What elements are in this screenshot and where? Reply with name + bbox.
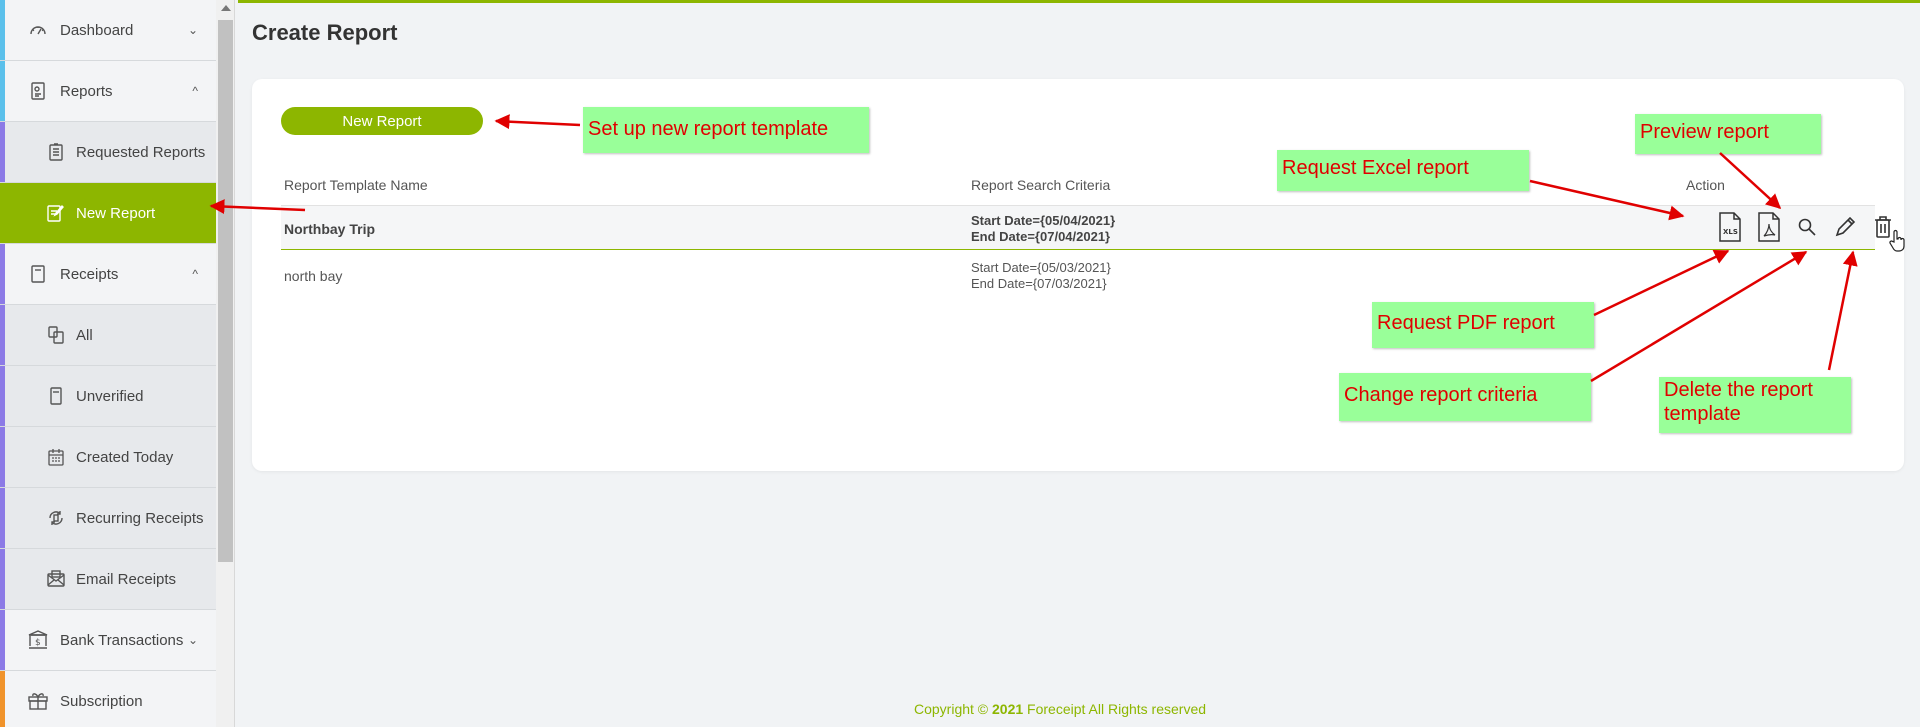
- sidebar-item-all[interactable]: All: [0, 305, 216, 366]
- sidebar-color-bar: [0, 366, 5, 426]
- criteria-end: End Date={07/04/2021}: [971, 229, 1111, 244]
- criteria-start: Start Date={05/04/2021}: [971, 213, 1116, 228]
- copy-icon: [45, 324, 67, 346]
- pencil-icon[interactable]: [1830, 210, 1860, 244]
- report-icon: [27, 80, 49, 102]
- sidebar-item-label: Unverified: [76, 387, 144, 405]
- sidebar-item-dashboard[interactable]: Dashboard ⌄: [0, 0, 216, 61]
- top-accent-line: [238, 0, 1920, 3]
- annotation-criteria: Change report criteria: [1339, 373, 1591, 421]
- sidebar-item-label: Requested Reports: [76, 143, 206, 161]
- page-title: Create Report: [252, 20, 398, 45]
- search-icon[interactable]: [1792, 210, 1822, 244]
- new-report-button[interactable]: New Report: [281, 107, 483, 135]
- receipt-icon: [45, 385, 67, 407]
- column-header-criteria: Report Search Criteria: [971, 177, 1111, 193]
- mail-icon: [45, 568, 67, 590]
- sidebar-color-bar: [0, 244, 5, 304]
- sidebar: Dashboard ⌄ Reports ^ Requested Reports …: [0, 0, 216, 727]
- sidebar-item-requested-reports[interactable]: Requested Reports: [0, 122, 216, 183]
- sidebar-color-bar: [0, 488, 5, 548]
- annotation-excel: Request Excel report: [1277, 150, 1529, 191]
- sidebar-item-label: Email Receipts: [76, 570, 177, 588]
- sidebar-color-bar: [0, 122, 5, 182]
- criteria-end: End Date={07/03/2021}: [971, 276, 1107, 291]
- bank-icon: $: [27, 629, 49, 651]
- chevron-up-icon: ^: [192, 84, 198, 98]
- sidebar-item-label: Created Today: [76, 448, 174, 466]
- gauge-icon: [27, 19, 49, 41]
- sidebar-item-label: All: [76, 326, 93, 344]
- gift-icon: [27, 690, 49, 712]
- footer-year: 2021: [992, 701, 1024, 717]
- annotation-delete: Delete the report template: [1659, 377, 1851, 433]
- footer-suffix: Foreceipt All Rights reserved: [1023, 701, 1207, 717]
- scroll-up-arrow-icon[interactable]: [221, 5, 231, 11]
- receipt-icon: [27, 263, 49, 285]
- sidebar-item-label: Subscription: [60, 692, 143, 710]
- criteria-start: Start Date={05/03/2021}: [971, 260, 1111, 275]
- sidebar-color-bar: [0, 61, 5, 121]
- sidebar-item-email-receipts[interactable]: Email Receipts: [0, 549, 216, 610]
- sidebar-color-bar: [0, 610, 5, 670]
- scrollbar-thumb[interactable]: [218, 20, 233, 562]
- svg-text:$: $: [35, 638, 41, 648]
- sidebar-item-label: Recurring Receipts: [76, 509, 204, 527]
- sidebar-item-reports[interactable]: Reports ^: [0, 61, 216, 122]
- sidebar-item-label: Reports: [60, 82, 113, 100]
- chevron-up-icon: ^: [192, 267, 198, 281]
- report-name[interactable]: Northbay Trip: [284, 221, 375, 237]
- sidebar-color-bar: [0, 183, 5, 243]
- chevron-down-icon: ⌄: [187, 23, 198, 37]
- sidebar-item-recurring-receipts[interactable]: Recurring Receipts: [0, 488, 216, 549]
- document-list-icon: [45, 141, 67, 163]
- sidebar-item-label: Bank Transactions: [60, 631, 184, 649]
- xls-file-icon[interactable]: XLS: [1715, 210, 1745, 244]
- sidebar-item-created-today[interactable]: Created Today: [0, 427, 216, 488]
- footer-copyright: Copyright © 2021 Foreceipt All Rights re…: [914, 701, 1206, 717]
- sidebar-color-bar: [0, 427, 5, 487]
- sidebar-color-bar: [0, 0, 5, 60]
- sidebar-item-new-report[interactable]: New Report: [0, 183, 216, 244]
- sidebar-color-bar: [0, 305, 5, 365]
- recurring-icon: [45, 507, 67, 529]
- footer-prefix: Copyright ©: [914, 701, 993, 717]
- hand-pointer-icon: [1886, 228, 1908, 254]
- column-header-action: Action: [1686, 177, 1725, 193]
- annotation-pdf: Request PDF report: [1372, 302, 1594, 348]
- pdf-file-icon[interactable]: [1754, 210, 1784, 244]
- sidebar-item-label: New Report: [76, 204, 156, 222]
- table-row[interactable]: Northbay Trip Start Date={05/04/2021} En…: [281, 206, 1905, 252]
- sidebar-color-bar: [0, 549, 5, 609]
- sidebar-item-label: Receipts: [60, 265, 119, 283]
- sidebar-item-subscription[interactable]: Subscription: [0, 671, 216, 727]
- annotation-preview: Preview report: [1635, 114, 1821, 154]
- annotation-new-template: Set up new report template: [583, 107, 869, 153]
- sidebar-color-bar: [0, 671, 5, 727]
- sidebar-scrollbar[interactable]: [216, 0, 235, 727]
- sidebar-item-label: Dashboard: [60, 21, 134, 39]
- sidebar-item-bank-transactions[interactable]: $ Bank Transactions ⌄: [0, 610, 216, 671]
- report-name[interactable]: north bay: [284, 268, 342, 284]
- svg-text:XLS: XLS: [1723, 228, 1738, 236]
- edit-document-icon: [45, 202, 67, 224]
- sidebar-item-unverified[interactable]: Unverified: [0, 366, 216, 427]
- sidebar-item-receipts[interactable]: Receipts ^: [0, 244, 216, 305]
- chevron-down-icon: ⌄: [187, 633, 198, 647]
- column-header-name: Report Template Name: [284, 177, 428, 193]
- calendar-icon: [45, 446, 67, 468]
